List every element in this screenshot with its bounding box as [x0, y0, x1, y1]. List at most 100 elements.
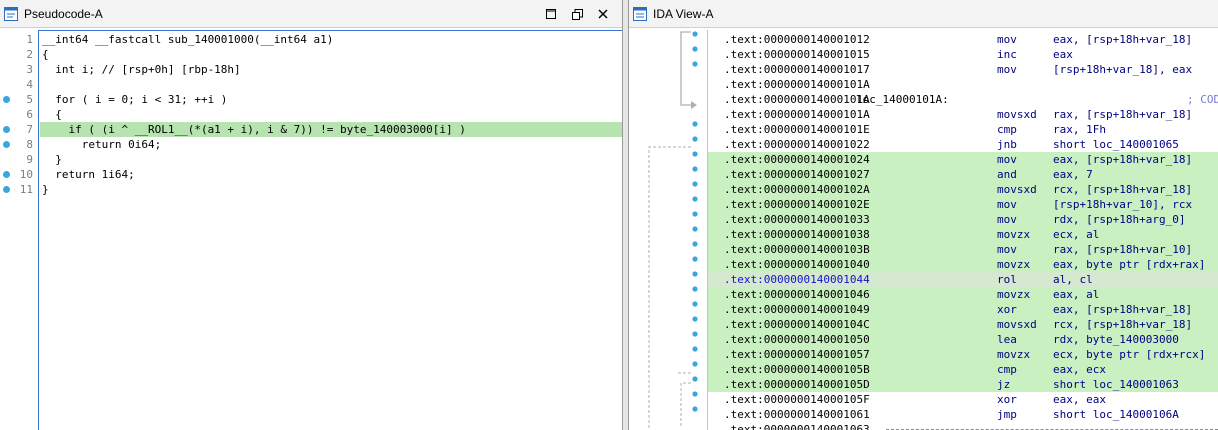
operands[interactable]: short loc_140001065 — [1053, 137, 1179, 152]
pseudocode-titlebar[interactable]: Pseudocode-A — [0, 0, 622, 28]
address[interactable]: .text:000000014000101A — [724, 92, 870, 107]
operands[interactable]: [rsp+18h+var_18], eax — [1053, 62, 1192, 77]
disasm-row[interactable]: .text:000000014000101E cmp rax, 1Fh — [708, 122, 1218, 137]
mnemonic[interactable]: jnb — [997, 137, 1017, 152]
disasm-row[interactable]: .text:000000014000102A movsxd rcx, [rsp+18… — [708, 182, 1218, 197]
disasm-row[interactable]: .text:0000000140001044 rol al, cl — [708, 272, 1218, 287]
disasm-row[interactable]: .text:0000000140001049 xor eax, [rsp+18h+v… — [708, 302, 1218, 317]
breakpoint-dot-icon[interactable] — [3, 141, 10, 148]
address[interactable]: .text:000000014000101E — [724, 122, 870, 137]
disasm-row[interactable]: .text:0000000140001046 movzx eax, al — [708, 287, 1218, 302]
disasm-row[interactable]: .text:0000000140001033 mov rdx, [rsp+18h+a… — [708, 212, 1218, 227]
address[interactable]: .text:000000014000105F — [724, 392, 870, 407]
mnemonic[interactable]: mov — [997, 242, 1017, 257]
close-icon[interactable] — [590, 5, 616, 23]
breakpoint-dot-icon[interactable] — [3, 186, 10, 193]
address[interactable]: .text:0000000140001063 — [724, 422, 870, 430]
code-line[interactable]: { — [40, 47, 622, 62]
disasm-row[interactable]: .text:000000014000103B mov rax, [rsp+18h+v… — [708, 242, 1218, 257]
disasm-row[interactable]: .text:0000000140001015 inc eax — [708, 47, 1218, 62]
mnemonic[interactable]: movzx — [997, 227, 1030, 242]
mnemonic[interactable]: movsxd — [997, 182, 1037, 197]
address[interactable]: .text:000000014000102E — [724, 197, 870, 212]
breakpoint-dot-icon[interactable] — [3, 171, 10, 178]
pseudocode-pane[interactable]: Pseudocode-A 1 2 3 4 5 6 7 8 9 10 11 __i… — [0, 0, 623, 430]
breakpoint-dot-icon[interactable] — [3, 96, 10, 103]
disasm-row[interactable]: .text:000000014000105F xor eax, eax — [708, 392, 1218, 407]
operands[interactable]: ecx, byte ptr [rdx+rcx] — [1053, 347, 1205, 362]
disasm-row[interactable]: .text:0000000140001061 jmp short loc_14000… — [708, 407, 1218, 422]
address[interactable]: .text:0000000140001049 — [724, 302, 870, 317]
address[interactable]: .text:0000000140001038 — [724, 227, 870, 242]
line-number[interactable]: 5 — [0, 92, 38, 107]
code-line-for-loop[interactable]: for ( i = 0; i < 31; ++i ) — [40, 92, 622, 107]
mnemonic[interactable]: movzx — [997, 287, 1030, 302]
disasm-row[interactable]: .text:000000014000105D jz short loc_140001… — [708, 377, 1218, 392]
line-number[interactable]: 10 — [0, 167, 38, 182]
address[interactable]: .text:0000000140001015 — [724, 47, 870, 62]
mnemonic[interactable]: movzx — [997, 347, 1030, 362]
operands[interactable]: rdx, [rsp+18h+arg_0] — [1053, 212, 1185, 227]
operands[interactable]: ecx, al — [1053, 227, 1099, 242]
address[interactable]: .text:000000014000101A — [724, 77, 870, 92]
disasm-row[interactable]: .text:000000014000104C movsxd rcx, [rsp+18… — [708, 317, 1218, 332]
address[interactable]: .text:0000000140001024 — [724, 152, 870, 167]
operands[interactable]: eax, [rsp+18h+var_18] — [1053, 152, 1192, 167]
disasm-row[interactable]: .text:0000000140001040 movzx eax, byte ptr… — [708, 257, 1218, 272]
disasm-row[interactable]: .text:0000000140001038 movzx ecx, al — [708, 227, 1218, 242]
disasm-row[interactable]: .text:0000000140001063 — [708, 422, 1218, 430]
operands[interactable]: eax, [rsp+18h+var_18] — [1053, 302, 1192, 317]
address[interactable]: .text:000000014000103B — [724, 242, 870, 257]
mnemonic[interactable]: mov — [997, 152, 1017, 167]
operands[interactable]: eax, [rsp+18h+var_18] — [1053, 32, 1192, 47]
comment[interactable]: ; CODE X — [1187, 92, 1218, 107]
address[interactable]: .text:000000014000105D — [724, 377, 870, 392]
line-number[interactable]: 11 — [0, 182, 38, 197]
mnemonic[interactable]: mov — [997, 212, 1017, 227]
mnemonic[interactable]: mov — [997, 32, 1017, 47]
code-line-return-zero[interactable]: return 0i64; — [40, 137, 622, 152]
code-line[interactable] — [40, 77, 622, 92]
mnemonic[interactable]: movzx — [997, 257, 1030, 272]
mnemonic[interactable]: inc — [997, 47, 1017, 62]
ida-view-titlebar[interactable]: IDA View-A — [629, 0, 1218, 28]
mnemonic[interactable]: jz — [997, 377, 1010, 392]
mnemonic[interactable]: mov — [997, 197, 1017, 212]
operands[interactable]: rcx, [rsp+18h+var_18] — [1053, 317, 1192, 332]
code-line-signature[interactable]: __int64 __fastcall sub_140001000(__int64… — [40, 32, 622, 47]
operands[interactable]: short loc_140001063 — [1053, 377, 1179, 392]
operands[interactable]: eax — [1053, 47, 1073, 62]
mnemonic[interactable]: cmp — [997, 362, 1017, 377]
operands[interactable]: eax, byte ptr [rdx+rax] — [1053, 257, 1205, 272]
operands[interactable]: [rsp+18h+var_10], rcx — [1053, 197, 1192, 212]
address[interactable]: .text:0000000140001022 — [724, 137, 870, 152]
address[interactable]: .text:0000000140001033 — [724, 212, 870, 227]
mnemonic[interactable]: mov — [997, 62, 1017, 77]
disasm-row[interactable]: .text:000000014000101A loc_14000101A: ; CO… — [708, 92, 1218, 107]
pseudocode-editor[interactable]: __int64 __fastcall sub_140001000(__int64… — [38, 30, 622, 430]
operands[interactable]: rcx, [rsp+18h+var_18] — [1053, 182, 1192, 197]
address[interactable]: .text:0000000140001061 — [724, 407, 870, 422]
mnemonic[interactable]: and — [997, 167, 1017, 182]
address[interactable]: .text:000000014000105B — [724, 362, 870, 377]
mnemonic[interactable]: rol — [997, 272, 1017, 287]
line-number[interactable]: 8 — [0, 137, 38, 152]
code-line-return-one[interactable]: return 1i64; — [40, 167, 622, 182]
disasm-row[interactable]: .text:0000000140001022 jnb short loc_14000… — [708, 137, 1218, 152]
operands[interactable]: eax, al — [1053, 287, 1099, 302]
address[interactable]: .text:0000000140001057 — [724, 347, 870, 362]
operands[interactable]: eax, 7 — [1053, 167, 1093, 182]
operands[interactable]: rax, [rsp+18h+var_10] — [1053, 242, 1192, 257]
disasm-row[interactable]: .text:000000014000101A — [708, 77, 1218, 92]
address[interactable]: .text:000000014000104C — [724, 317, 870, 332]
address[interactable]: .text:0000000140001017 — [724, 62, 870, 77]
mnemonic[interactable]: xor — [997, 302, 1017, 317]
minimize-icon[interactable] — [538, 5, 564, 23]
line-number-gutter[interactable]: 1 2 3 4 5 6 7 8 9 10 11 — [0, 30, 38, 430]
code-line[interactable]: { — [40, 107, 622, 122]
code-label[interactable]: loc_14000101A: — [856, 92, 949, 107]
disasm-row[interactable]: .text:0000000140001050 lea rdx, byte_14000… — [708, 332, 1218, 347]
disasm-row[interactable]: .text:000000014000101A movsxd rax, [rsp+18… — [708, 107, 1218, 122]
disasm-row[interactable]: .text:0000000140001057 movzx ecx, byte ptr… — [708, 347, 1218, 362]
operands[interactable]: al, cl — [1053, 272, 1093, 287]
